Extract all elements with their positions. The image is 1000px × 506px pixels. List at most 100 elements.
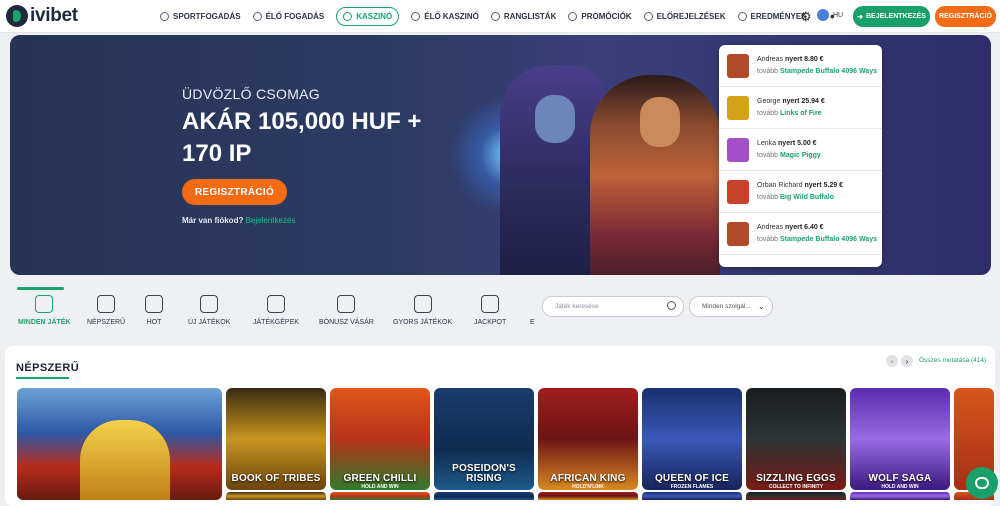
scroll-right-button[interactable]: › — [901, 355, 913, 367]
search-icon[interactable] — [667, 301, 676, 310]
category-more[interactable]: E — [530, 295, 535, 326]
winner-game-line: tovább Magic Piggy — [757, 150, 821, 162]
game-title: POSEIDON'S RISING — [452, 463, 516, 484]
nav-label: ÉLŐ FOGADÁS — [265, 12, 325, 21]
winner-game[interactable]: Big Wild Buffalo — [780, 194, 834, 201]
nav-eredmenyek[interactable]: EREDMÉNYEK — [737, 7, 807, 26]
game-title: AFRICAN KING — [550, 473, 626, 484]
game-tile[interactable]: QUEEN OF ICE FROZEN FLAMES — [642, 388, 742, 490]
game-tile-next-row[interactable] — [226, 492, 326, 500]
winner-game[interactable]: Magic Piggy — [780, 152, 821, 159]
live-icon — [252, 12, 262, 21]
winner-game[interactable]: Stampede Buffalo 4096 Ways — [780, 68, 877, 75]
nav-ranglistak[interactable]: RANGLISTÁK — [490, 7, 557, 26]
game-tile-next-row[interactable] — [642, 492, 742, 500]
nav-label: ELŐREJELZÉSEK — [656, 12, 726, 21]
game-tile[interactable]: BOOK OF TRIBES — [226, 388, 326, 490]
game-tile[interactable]: SIZZLING EGGS COLLECT TO INFINITY — [746, 388, 846, 490]
dice-icon — [35, 295, 54, 313]
game-tile[interactable]: WOLF SAGA HOLD AND WIN — [850, 388, 950, 490]
winner-line: Andreas nyert 6.40 € — [757, 222, 877, 234]
scroll-left-button[interactable]: ‹ — [886, 355, 898, 367]
game-tile[interactable]: GREEN CHILLI HOLD AND WIN — [330, 388, 430, 490]
category-label: GYORS JÁTÉKOK — [393, 319, 453, 326]
winner-name: Orban Richard — [757, 181, 803, 189]
winner-won: nyert — [804, 181, 822, 189]
winner-won: nyert — [782, 97, 800, 105]
category-money-bag[interactable]: BÓNUSZ VÁSÁR — [319, 295, 374, 326]
nav-label: ÉLŐ KASZINÓ — [424, 12, 479, 21]
game-tile[interactable]: POSEIDON'S RISING — [434, 388, 534, 490]
login-button[interactable]: ➜ BEJELENTKEZÉS — [853, 6, 930, 27]
logo[interactable]: ivibet — [6, 5, 78, 27]
game-tile-next-row[interactable] — [850, 492, 950, 500]
hero-title: AKÁR 105,000 HUF + 170 IP — [182, 108, 422, 167]
winner-more: tovább — [757, 151, 779, 159]
game-thumbnail — [727, 221, 749, 246]
register-button[interactable]: REGISZTRÁCIÓ — [935, 6, 996, 27]
language-code[interactable]: HU — [833, 12, 843, 19]
category-star[interactable]: HOT — [145, 295, 163, 326]
nav-label: EREDMÉNYEK — [750, 12, 807, 21]
winner-row[interactable]: George nyert 25.94 € tovább Links of Fire — [719, 87, 882, 129]
game-tile-next-row[interactable] — [434, 492, 534, 500]
nav-promociok[interactable]: PROMÓCIÓK — [568, 7, 632, 26]
chat-icon — [975, 477, 989, 489]
nav-kaszino[interactable]: KASZINÓ — [336, 7, 400, 26]
hero-register-button[interactable]: REGISZTRÁCIÓ — [182, 179, 287, 205]
winner-line: Lenka nyert 5.00 € — [757, 138, 821, 150]
show-all-link[interactable]: Összes mutatása (414) — [919, 357, 986, 364]
category-cherries[interactable]: ÚJ JÁTÉKOK — [188, 295, 230, 326]
game-title: WOLF SAGA — [868, 473, 932, 484]
nav-label: RANGLISTÁK — [503, 12, 557, 21]
gear-icon[interactable]: ⚙ — [800, 9, 812, 25]
nav-elo-fogadas[interactable]: ÉLŐ FOGADÁS — [252, 7, 325, 26]
category-slot-machine[interactable]: JACKPOT — [474, 295, 506, 326]
category-label: ÚJ JÁTÉKOK — [188, 319, 231, 326]
winner-name: Andreas — [757, 223, 784, 231]
hero-login-link[interactable]: Bejelentkezés — [246, 216, 296, 225]
game-tile-next-row[interactable] — [538, 492, 638, 500]
live-casino-icon — [411, 12, 421, 21]
game-tile-next-row[interactable] — [746, 492, 846, 500]
winner-text: Andreas nyert 6.40 € tovább Stampede Buff… — [757, 222, 877, 246]
ball-icon — [160, 12, 169, 21]
category-label: E — [530, 319, 535, 326]
live-chat-button[interactable] — [966, 467, 998, 499]
star-icon — [145, 295, 163, 313]
winner-game[interactable]: Stampede Buffalo 4096 Ways — [780, 236, 877, 243]
winner-row[interactable]: Lenka nyert 5.00 € tovább Magic Piggy — [719, 129, 882, 171]
winner-more: tovább — [757, 109, 779, 117]
globe-icon[interactable] — [817, 9, 829, 21]
winner-game[interactable]: Links of Fire — [780, 110, 822, 117]
category-label: BÓNUSZ VÁSÁR — [319, 319, 374, 326]
main-nav: SPORTFOGADÁS ÉLŐ FOGADÁS KASZINÓ ÉLŐ KAS… — [160, 7, 836, 26]
category-dice[interactable]: MINDEN JÁTÉK — [18, 295, 71, 326]
game-title: QUEEN OF ICE — [654, 473, 730, 484]
logo-mark-icon — [6, 5, 28, 27]
game-subtitle: FROZEN FLAMES — [670, 484, 714, 490]
nav-label: PROMÓCIÓK — [581, 12, 632, 21]
category-lightning[interactable]: GYORS JÁTÉKOK — [393, 295, 452, 326]
nav-elo-kaszino[interactable]: ÉLŐ KASZINÓ — [411, 7, 479, 26]
game-tile[interactable]: AFRICAN KING HOLD'N'LINK — [538, 388, 638, 490]
winner-row[interactable]: Andreas nyert 8.80 € tovább Stampede Buff… — [719, 45, 882, 87]
game-search-input[interactable]: Játék keresése — [542, 296, 684, 317]
nav-elorejelzesek[interactable]: ELŐREJELZÉSEK — [643, 7, 726, 26]
wizard-face-image — [535, 95, 575, 143]
winner-amount: 5.00 € — [797, 139, 817, 147]
winner-won: nyert — [785, 55, 803, 63]
winner-row[interactable]: Andreas nyert 6.40 € tovább Stampede Buff… — [719, 213, 882, 255]
category-crown[interactable]: NÉPSZERŰ — [87, 295, 125, 326]
hero-subtitle: ÜDVÖZLŐ CSOMAG — [182, 86, 320, 102]
category-cherry[interactable]: JÁTÉKGÉPEK — [253, 295, 299, 326]
category-label: JACKPOT — [474, 319, 507, 326]
nav-label: KASZINÓ — [356, 12, 393, 21]
winner-text: Andreas nyert 8.80 € tovább Stampede Buff… — [757, 54, 877, 78]
winner-row[interactable]: Orban Richard nyert 5.29 € tovább Big Wil… — [719, 171, 882, 213]
nav-sportfogadas[interactable]: SPORTFOGADÁS — [160, 7, 241, 26]
game-tile-next-row[interactable] — [330, 492, 430, 500]
winner-line: Orban Richard nyert 5.29 € — [757, 180, 843, 192]
game-subtitle: COLLECT TO INFINITY — [768, 484, 824, 490]
winner-name: George — [757, 97, 781, 105]
